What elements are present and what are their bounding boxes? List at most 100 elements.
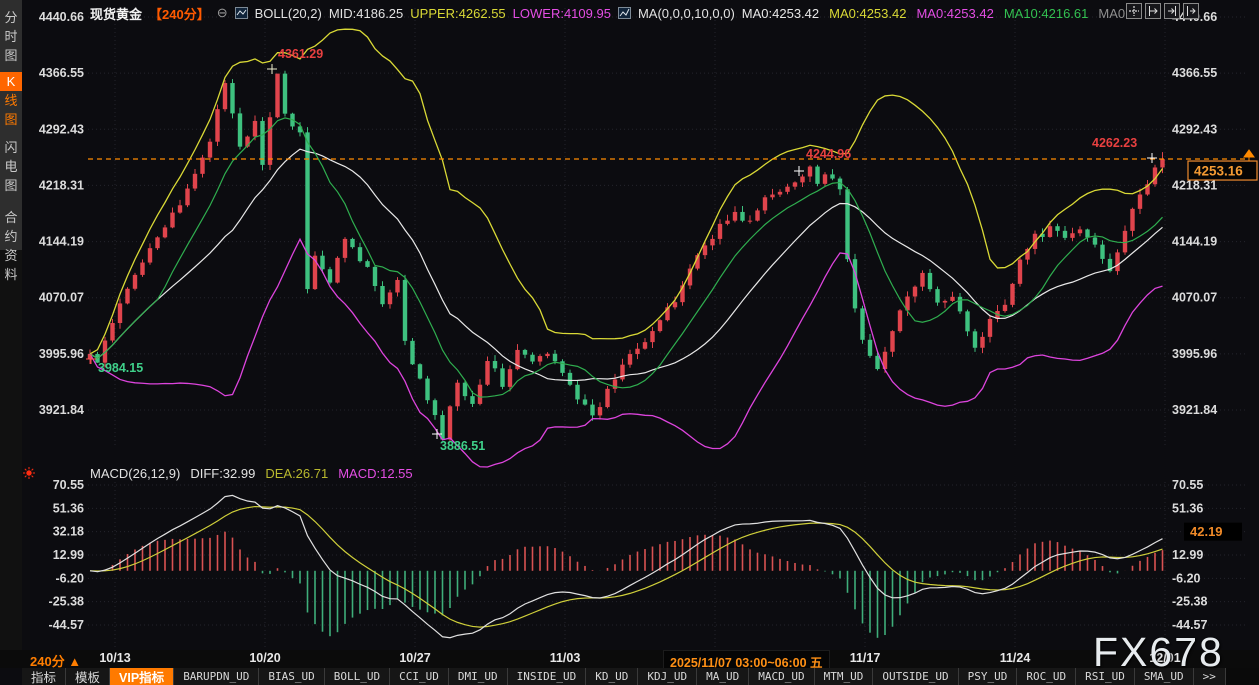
macd-macd-value: MACD:12.55 xyxy=(338,466,412,481)
sidebar-tab-char: 约 xyxy=(0,227,22,246)
ma-indicator-icon[interactable] xyxy=(618,7,631,19)
toolbar-item-boll_ud[interactable]: BOLL_UD xyxy=(325,668,390,685)
sidebar-tab-char: 电 xyxy=(0,157,22,176)
indicator-toolbar: 指标模板VIP指标BARUPDN_UDBIAS_UDBOLL_UDCCI_UDD… xyxy=(22,668,1259,685)
toolbar-item-vip[interactable]: VIP指标 xyxy=(110,668,174,685)
svg-text:4440.66: 4440.66 xyxy=(39,10,84,24)
date-label: 11/24 xyxy=(1000,651,1031,665)
svg-text:-25.38: -25.38 xyxy=(1172,595,1207,609)
date-label: 10/27 xyxy=(399,651,430,665)
sidebar-tab-char: 图 xyxy=(0,176,22,195)
crosshair-icon[interactable] xyxy=(1126,3,1142,19)
sidebar-tab-char: 图 xyxy=(0,46,22,65)
candlestick-chart[interactable]: 4253.164440.664440.664366.554366.554292.… xyxy=(0,0,1259,650)
date-label: 11/03 xyxy=(550,651,581,665)
svg-text:51.36: 51.36 xyxy=(1172,501,1203,515)
svg-text:4366.55: 4366.55 xyxy=(1172,66,1217,80)
toolbar-item-rsi_ud[interactable]: RSI_UD xyxy=(1076,668,1135,685)
sidebar: 分时图K线图闪电图合约资料 xyxy=(0,0,22,650)
date-label: 11/17 xyxy=(850,651,881,665)
svg-text:-6.20: -6.20 xyxy=(1172,571,1201,585)
svg-text:-25.38: -25.38 xyxy=(49,595,84,609)
ma-name: MA(0,0,0,10,0,0) xyxy=(638,6,735,21)
chart-app: 4253.164440.664440.664366.554366.554292.… xyxy=(0,0,1259,685)
chart-tools xyxy=(1126,3,1199,19)
svg-text:4218.31: 4218.31 xyxy=(39,178,84,192)
toolbar-item-sma_ud[interactable]: SMA_UD xyxy=(1135,668,1194,685)
svg-text:42.19: 42.19 xyxy=(1190,524,1223,539)
svg-text:70.55: 70.55 xyxy=(53,478,84,492)
toolbar-item-[interactable]: 指标 xyxy=(22,668,66,685)
toolbar-item-roc_ud[interactable]: ROC_UD xyxy=(1017,668,1076,685)
toolbar-item-macd_ud[interactable]: MACD_UD xyxy=(749,668,814,685)
sidebar-tab-char: 图 xyxy=(0,110,22,129)
boll-indicator-icon[interactable] xyxy=(235,7,248,19)
macd-diff-value: DIFF:32.99 xyxy=(190,466,255,481)
svg-text:3984.15: 3984.15 xyxy=(98,361,143,375)
toolbar-item-kdj_ud[interactable]: KDJ_UD xyxy=(638,668,697,685)
indicator-settings-icon[interactable] xyxy=(22,466,36,485)
ma-values: MA0:4253.42 MA0:4253.42 MA0:4253.42 MA10:42… xyxy=(742,6,1136,21)
toolbar-item-psy_ud[interactable]: PSY_UD xyxy=(959,668,1018,685)
macd-header: MACD(26,12,9) DIFF:32.99 DEA:26.71 MACD:… xyxy=(90,466,413,481)
boll-mid: MID:4186.25 xyxy=(329,6,403,21)
toolbar-item-outside_ud[interactable]: OUTSIDE_UD xyxy=(873,668,958,685)
sidebar-tab-char: 合 xyxy=(0,208,22,227)
date-label: 12/01 xyxy=(1149,651,1180,665)
svg-text:3921.84: 3921.84 xyxy=(1172,403,1217,417)
axis-scale-right-icon[interactable] xyxy=(1164,3,1180,19)
symbol-title: 现货黄金 xyxy=(90,4,142,23)
ma-value: MA10:4216.61 xyxy=(1004,6,1089,21)
toolbar-item-mtm_ud[interactable]: MTM_UD xyxy=(815,668,874,685)
axis-scale-left-icon[interactable] xyxy=(1145,3,1161,19)
macd-dea-value: DEA:26.71 xyxy=(265,466,328,481)
toolbar-item-bias_ud[interactable]: BIAS_UD xyxy=(259,668,324,685)
chart-header: 现货黄金 【240分】 ⊖ BOLL(20,2) MID:4186.25 UPP… xyxy=(90,4,1136,22)
ma-value: MA0:4253.42 xyxy=(742,6,819,21)
sidebar-tab-char: 分 xyxy=(0,8,22,27)
svg-text:3886.51: 3886.51 xyxy=(440,439,485,453)
toolbar-item-[interactable]: >> xyxy=(1194,668,1226,685)
boll-lower: LOWER:4109.95 xyxy=(513,6,611,21)
svg-text:4070.07: 4070.07 xyxy=(39,291,84,305)
svg-text:4253.16: 4253.16 xyxy=(1194,164,1243,179)
svg-text:12.99: 12.99 xyxy=(1172,548,1203,562)
sidebar-tab-1[interactable]: 分时图 xyxy=(0,8,22,65)
toolbar-item-[interactable]: 模板 xyxy=(66,668,110,685)
sidebar-tab-char: 资 xyxy=(0,246,22,265)
svg-text:-44.57: -44.57 xyxy=(49,618,84,632)
date-label: 10/20 xyxy=(249,651,280,665)
toolbar-item-ma_ud[interactable]: MA_UD xyxy=(697,668,749,685)
toolbar-item-dmi_ud[interactable]: DMI_UD xyxy=(449,668,508,685)
date-label: 10/13 xyxy=(99,651,130,665)
svg-text:51.36: 51.36 xyxy=(53,501,84,515)
svg-text:4218.31: 4218.31 xyxy=(1172,178,1217,192)
sidebar-tab-char: K xyxy=(0,72,22,91)
macd-name: MACD(26,12,9) xyxy=(90,466,180,481)
ma-value: MA0:4253.42 xyxy=(916,6,993,21)
sidebar-tab-2[interactable]: K线图 xyxy=(0,72,22,129)
svg-text:3921.84: 3921.84 xyxy=(39,403,84,417)
pan-right-icon[interactable] xyxy=(1183,3,1199,19)
date-axis-row: 240分 ▲ 10/1310/2010/2711/0311/1711/2412/… xyxy=(0,650,1259,668)
ma-value: MA0:4253.42 xyxy=(829,6,906,21)
svg-text:3995.96: 3995.96 xyxy=(1172,347,1217,361)
toolbar-item-cci_ud[interactable]: CCI_UD xyxy=(390,668,449,685)
collapse-icon[interactable]: ⊖ xyxy=(217,5,228,21)
svg-text:4244.96: 4244.96 xyxy=(806,147,851,161)
svg-text:12.99: 12.99 xyxy=(53,548,84,562)
toolbar-item-kd_ud[interactable]: KD_UD xyxy=(586,668,638,685)
toolbar-item-barupdn_ud[interactable]: BARUPDN_UD xyxy=(174,668,259,685)
sidebar-tab-char: 时 xyxy=(0,27,22,46)
boll-upper: UPPER:4262.55 xyxy=(410,6,505,21)
svg-text:-6.20: -6.20 xyxy=(56,571,85,585)
sidebar-tab-char: 闪 xyxy=(0,138,22,157)
svg-text:32.18: 32.18 xyxy=(53,525,84,539)
sidebar-tab-char: 料 xyxy=(0,265,22,284)
sidebar-tab-4[interactable]: 合约资料 xyxy=(0,208,22,284)
sidebar-tab-3[interactable]: 闪电图 xyxy=(0,138,22,195)
svg-text:4070.07: 4070.07 xyxy=(1172,291,1217,305)
svg-text:-44.57: -44.57 xyxy=(1172,618,1207,632)
svg-text:4292.43: 4292.43 xyxy=(1172,122,1217,136)
toolbar-item-inside_ud[interactable]: INSIDE_UD xyxy=(508,668,587,685)
